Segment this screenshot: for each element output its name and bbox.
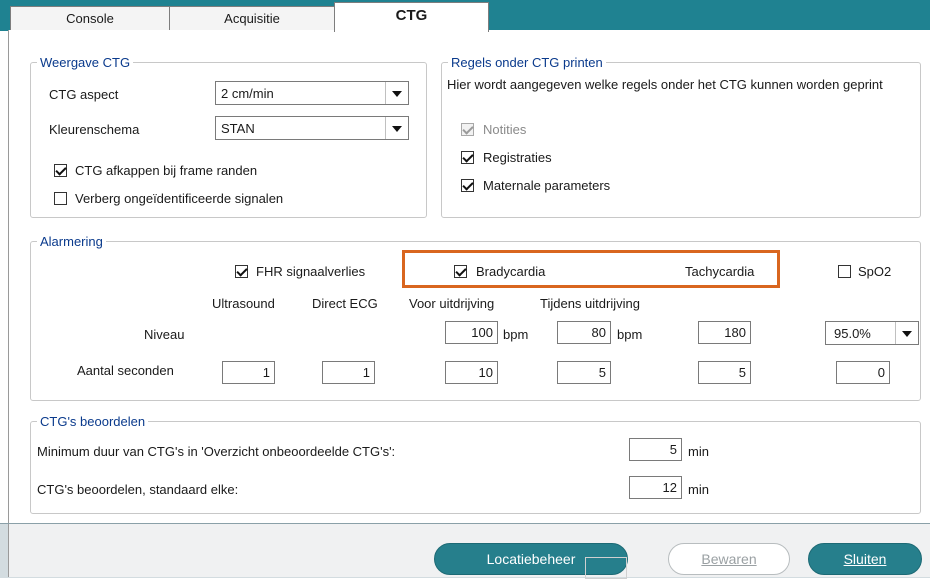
col-direct-ecg: Direct ECG [312,296,378,311]
sluiten-button[interactable]: Sluiten [808,543,922,575]
maternale-checkbox[interactable] [461,179,474,192]
sec-spo2-input[interactable]: 0 [836,361,890,384]
bewaren-button[interactable]: Bewaren [668,543,790,575]
niveau-tachy-input[interactable]: 180 [698,321,751,344]
chevron-down-icon [895,322,918,344]
verberg-checkbox[interactable] [54,192,67,205]
bradycardia-checkbox[interactable] [454,265,467,278]
sec-tijdens-input[interactable]: 5 [557,361,611,384]
spo2-niveau-value: 95.0% [834,326,871,341]
maternale-label: Maternale parameters [483,178,611,193]
weergave-title: Weergave CTG [40,55,131,70]
fhr-label: FHR signaalverlies [256,264,366,279]
notities-checkbox[interactable] [461,123,474,136]
alarmering-title: Alarmering [40,234,103,249]
min-unit: min [688,482,709,497]
fhr-checkbox[interactable] [235,265,248,278]
verberg-label: Verberg ongeïdentificeerde signalen [75,191,284,206]
kleurenschema-value: STAN [221,121,255,136]
sec-direct-ecg-input[interactable]: 1 [322,361,375,384]
spo2-label: SpO2 [858,264,892,279]
beoordelen-group: CTG's beoordelen [30,414,921,514]
seconden-label: Aantal seconden [77,363,174,378]
col-voor-uitdrijving: Voor uitdrijving [409,296,495,311]
tachycardia-label: Tachycardia [685,264,755,279]
locatiebeheer-button[interactable]: Locatiebeheer [434,543,628,575]
col-ultrasound: Ultrasound [212,296,275,311]
col-tijdens-uitdrijving: Tijdens uitdrijving [540,296,640,311]
standaard-input[interactable]: 12 [629,476,682,499]
tab-acquisitie[interactable]: Acquisitie [169,6,335,31]
regels-description: Hier wordt aangegeven welke regels onder… [447,77,883,92]
beoordelen-title: CTG's beoordelen [40,414,146,429]
bpm-unit: bpm [503,327,529,342]
ctg-aspect-value: 2 cm/min [221,86,274,101]
ctg-aspect-label: CTG aspect [49,87,119,102]
sec-ultrasound-input[interactable]: 1 [222,361,275,384]
bpm-unit: bpm [617,327,643,342]
bradycardia-label: Bradycardia [476,264,546,279]
minimum-duur-label: Minimum duur van CTG's in 'Overzicht onb… [37,444,396,459]
spo2-checkbox[interactable] [838,265,851,278]
kleurenschema-label: Kleurenschema [49,122,140,137]
standaard-label: CTG's beoordelen, standaard elke: [37,482,239,497]
niveau-voor-input[interactable]: 100 [445,321,498,344]
minimum-duur-input[interactable]: 5 [629,438,682,461]
ctg-aspect-dropdown[interactable]: 2 cm/min [215,81,409,105]
afkappen-checkbox[interactable] [54,164,67,177]
registraties-label: Registraties [483,150,552,165]
kleurenschema-dropdown[interactable]: STAN [215,116,409,140]
niveau-label: Niveau [144,327,185,342]
notities-label: Notities [483,122,527,137]
registraties-checkbox[interactable] [461,151,474,164]
min-unit: min [688,444,709,459]
tab-console[interactable]: Console [10,6,170,31]
spo2-niveau-dropdown[interactable]: 95.0% [825,321,919,345]
chevron-down-icon [385,82,408,104]
tab-ctg[interactable]: CTG [334,2,489,32]
sec-tachy-input[interactable]: 5 [698,361,751,384]
regels-title: Regels onder CTG printen [451,55,603,70]
sec-voor-input[interactable]: 10 [445,361,498,384]
afkappen-label: CTG afkappen bij frame randen [75,163,258,178]
niveau-tijdens-input[interactable]: 80 [557,321,611,344]
chevron-down-icon [385,117,408,139]
